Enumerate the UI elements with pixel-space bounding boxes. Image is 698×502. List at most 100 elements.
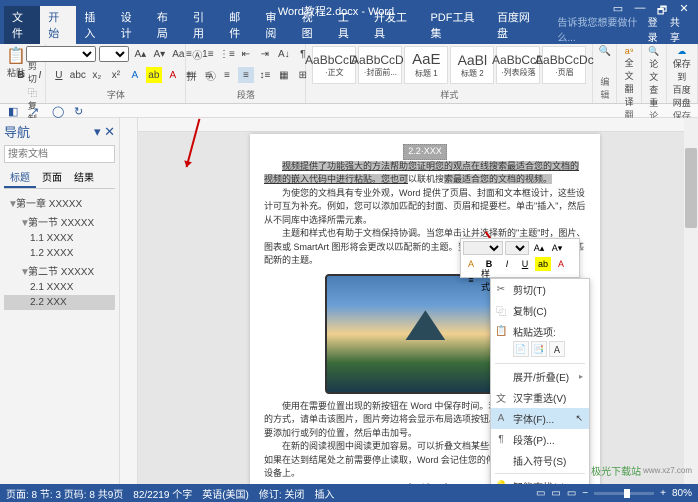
style-item-normal[interactable]: AaBbCcDc·正文 bbox=[312, 46, 356, 84]
zoom-in-icon[interactable]: + bbox=[660, 488, 666, 499]
mini-styles-icon[interactable]: A bbox=[463, 257, 479, 271]
font-color-icon[interactable]: A bbox=[165, 67, 181, 83]
nav-toggle-icon[interactable]: ◧ bbox=[8, 105, 20, 117]
superscript-icon[interactable]: x² bbox=[108, 67, 124, 83]
body-paragraph[interactable]: 为使您的文档具有专业外观，Word 提供了页眉、封面和文本框设计，这些设计可互为… bbox=[264, 187, 586, 228]
tab-review[interactable]: 审阅 bbox=[257, 6, 293, 44]
netdisk-icon[interactable]: ☁ bbox=[673, 46, 691, 57]
paste-text-icon[interactable]: Ａ bbox=[549, 341, 565, 357]
font-size-select[interactable] bbox=[99, 46, 129, 62]
share-button[interactable]: 共享 bbox=[670, 14, 688, 44]
ctx-paragraph[interactable]: ¶段落(P)... bbox=[491, 429, 589, 450]
line-spacing-icon[interactable]: ↕≡ bbox=[257, 67, 273, 83]
tab-mailings[interactable]: 邮件 bbox=[221, 6, 257, 44]
nav-item-2-1[interactable]: 2.1 XXXX bbox=[4, 280, 115, 295]
subscript-icon[interactable]: x₂ bbox=[89, 67, 105, 83]
status-lang[interactable]: 英语(美国) bbox=[202, 486, 249, 501]
status-page[interactable]: 页面: 8 节: 3 页码: 8 共9页 bbox=[6, 486, 123, 501]
paste-icon[interactable]: 📋 bbox=[6, 46, 26, 66]
mini-shrink-icon[interactable]: A▾ bbox=[549, 241, 565, 255]
zoom-slider[interactable] bbox=[594, 492, 654, 495]
ctx-insert-symbol[interactable]: 插入符号(S) bbox=[491, 450, 589, 471]
highlight-icon[interactable]: ab bbox=[146, 67, 162, 83]
nav-item-s1[interactable]: ▼第一节 XXXXX bbox=[4, 212, 115, 231]
horizontal-ruler[interactable] bbox=[138, 118, 684, 132]
tab-insert[interactable]: 插入 bbox=[76, 6, 112, 44]
ctx-copy[interactable]: ⿻复制(C) bbox=[491, 300, 589, 321]
indent-dec-icon[interactable]: ⇤ bbox=[238, 46, 254, 62]
zoom-level[interactable]: 80% bbox=[672, 488, 692, 499]
indent-inc-icon[interactable]: ⇥ bbox=[257, 46, 273, 62]
nav-item-s2[interactable]: ▼第二节 XXXXX bbox=[4, 261, 115, 280]
zoom-out-icon[interactable]: − bbox=[582, 488, 588, 499]
loop-icon[interactable]: ↻ bbox=[74, 105, 86, 117]
paste-merge-icon[interactable]: 📑 bbox=[531, 341, 547, 357]
mini-italic-icon[interactable]: I bbox=[499, 257, 515, 271]
text-effects-icon[interactable]: A bbox=[127, 67, 143, 83]
style-item-cover[interactable]: AaBbCcDc·封面前... bbox=[358, 46, 402, 84]
nav-search-input[interactable] bbox=[4, 145, 115, 163]
circle-icon[interactable]: ◯ bbox=[52, 105, 64, 117]
nav-item-1-1[interactable]: 1.1 XXXX bbox=[4, 231, 115, 246]
tab-baidu[interactable]: 百度网盘 bbox=[489, 6, 545, 44]
align-right-icon[interactable]: ≡ bbox=[219, 67, 235, 83]
document-area[interactable]: 2.2·XXX 视频提供了功能强大的方法帮助您证明您的观点在线搜索最适合您的文档… bbox=[120, 118, 698, 484]
tab-tools[interactable]: 工具 bbox=[330, 6, 366, 44]
nav-tab-results[interactable]: 结果 bbox=[68, 167, 100, 188]
mini-highlight-icon[interactable]: ab bbox=[535, 257, 551, 271]
mini-underline-icon[interactable]: U bbox=[517, 257, 533, 271]
nav-close-icon[interactable]: ▾ ✕ bbox=[94, 124, 115, 140]
strike-icon[interactable]: abc bbox=[70, 67, 86, 83]
bullets-icon[interactable]: ≡ bbox=[181, 46, 197, 62]
mini-grow-icon[interactable]: A▴ bbox=[531, 241, 547, 255]
translate-icon[interactable]: a⁹ bbox=[623, 46, 635, 56]
align-justify-icon[interactable]: ≡ bbox=[238, 67, 254, 83]
shrink-font-icon[interactable]: A▾ bbox=[151, 46, 167, 62]
ctx-hanzi[interactable]: 文汉字重选(V) bbox=[491, 387, 589, 408]
selected-text[interactable]: 视频提供了功能强大的方法帮助您证明您的观点 bbox=[282, 161, 471, 171]
nav-item-1-2[interactable]: 1.2 XXXX bbox=[4, 246, 115, 261]
ctx-font[interactable]: A字体(F)...↖ bbox=[491, 408, 589, 429]
numbering-icon[interactable]: 1≡ bbox=[200, 46, 216, 62]
status-track[interactable]: 修订: 关闭 bbox=[259, 486, 305, 501]
align-left-icon[interactable]: ≡ bbox=[181, 67, 197, 83]
multilevel-icon[interactable]: ⋮≡ bbox=[219, 46, 235, 62]
status-insert[interactable]: 插入 bbox=[314, 486, 334, 501]
paste-keep-source-icon[interactable]: 📄 bbox=[513, 341, 529, 357]
vertical-ruler[interactable] bbox=[120, 118, 138, 484]
tab-layout[interactable]: 布局 bbox=[149, 6, 185, 44]
font-family-select[interactable] bbox=[26, 46, 96, 62]
align-center-icon[interactable]: ≡ bbox=[200, 67, 216, 83]
tab-references[interactable]: 引用 bbox=[185, 6, 221, 44]
mini-font-select[interactable] bbox=[463, 241, 503, 255]
tab-pdf[interactable]: PDF工具集 bbox=[422, 6, 489, 44]
scrollbar-thumb[interactable] bbox=[685, 148, 697, 228]
style-item-list[interactable]: AaBbCcD·列表段落 bbox=[496, 46, 540, 84]
italic-icon[interactable]: I bbox=[32, 67, 48, 83]
view-read-icon[interactable]: ▭ bbox=[536, 488, 545, 499]
tab-view[interactable]: 视图 bbox=[294, 6, 330, 44]
ctx-smart-lookup[interactable]: 💡智能查找(L) bbox=[491, 476, 589, 484]
nav-item-ch1[interactable]: ▼第一章 XXXXX bbox=[4, 193, 115, 212]
ctx-expand[interactable]: 展开/折叠(E)▸ bbox=[491, 366, 589, 387]
bold-icon[interactable]: B bbox=[13, 67, 29, 83]
styles-gallery[interactable]: AaBbCcDc·正文 AaBbCcDc·封面前... AaE标题 1 AaBl… bbox=[312, 46, 586, 84]
style-item-h1[interactable]: AaE标题 1 bbox=[404, 46, 448, 84]
tab-home[interactable]: 开始 bbox=[40, 6, 76, 44]
plagiarism-icon[interactable]: 🔍 bbox=[648, 46, 660, 57]
nav-tab-pages[interactable]: 页面 bbox=[36, 167, 68, 188]
tab-design[interactable]: 设计 bbox=[113, 6, 149, 44]
style-item-header[interactable]: AaBbCcDc·页眉 bbox=[542, 46, 586, 84]
find-icon[interactable]: 🔍 bbox=[599, 46, 611, 57]
shading-icon[interactable]: ▦ bbox=[276, 67, 292, 83]
tab-developer[interactable]: 开发工具 bbox=[366, 6, 422, 44]
underline-icon[interactable]: U bbox=[51, 67, 67, 83]
arrow-icon[interactable]: ↗ bbox=[30, 105, 42, 117]
ctx-cut[interactable]: ✂剪切(T) bbox=[491, 279, 589, 300]
style-item-h2[interactable]: AaBl标题 2 bbox=[450, 46, 494, 84]
view-web-icon[interactable]: ▭ bbox=[567, 488, 576, 499]
sort-icon[interactable]: A↓ bbox=[276, 46, 292, 62]
nav-tab-headings[interactable]: 标题 bbox=[4, 167, 36, 188]
login-link[interactable]: 登录 bbox=[648, 14, 666, 44]
view-print-icon[interactable]: ▭ bbox=[551, 488, 560, 499]
